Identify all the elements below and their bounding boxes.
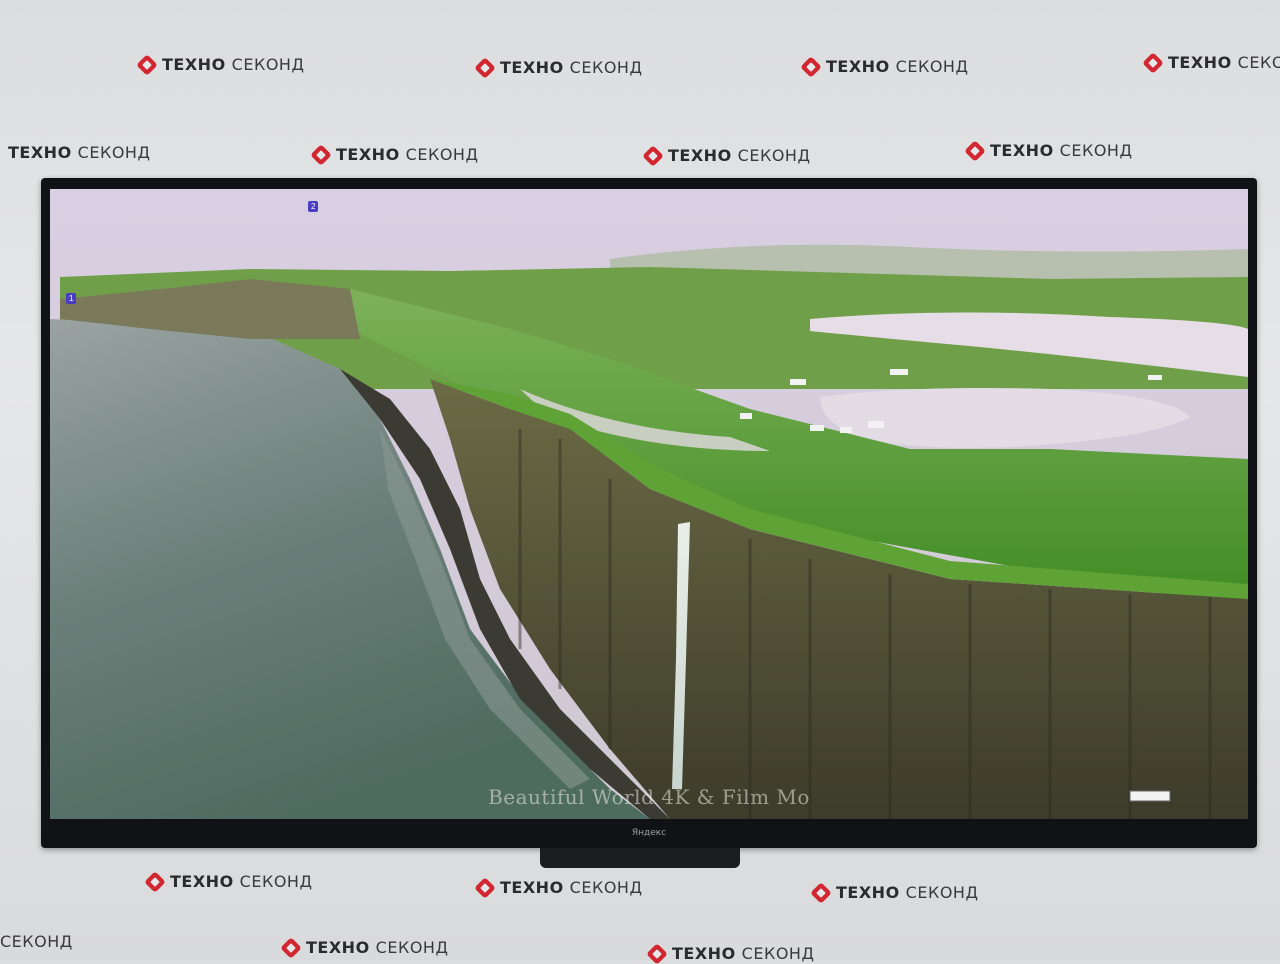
brand-icon — [646, 942, 668, 964]
brand-text-light: СЕКОНД — [1059, 141, 1133, 160]
brand-text-light: СЕКОНД — [905, 883, 979, 902]
watermark-logo: ТЕХНО СЕКОНД — [474, 56, 643, 79]
brand-text-light: СЕКОНД — [737, 146, 811, 165]
corner-tag-side: 1 — [66, 293, 77, 304]
brand-text-light: СЕКОНД — [239, 872, 313, 891]
brand-icon — [642, 144, 664, 167]
tv-screen: Beautiful World 4K & Film Mo 2 1 — [50, 189, 1248, 819]
watermark-logo: ТЕХНО СЕКОНД — [136, 53, 305, 76]
brand-text-light: СЕКОНД — [405, 145, 479, 164]
watermark-logo: ТЕХНО СЕКОНД — [1142, 51, 1280, 74]
brand-icon — [800, 55, 822, 78]
brand-icon — [964, 139, 986, 162]
brand-text-bold: ТЕХНО — [162, 55, 226, 74]
brand-text-bold: ТЕХНО — [500, 58, 564, 77]
brand-text-bold: ТЕХНО — [836, 883, 900, 902]
watermark-logo: ТЕХНО СЕКОНД — [474, 876, 643, 899]
brand-text-light: СЕКОНД — [0, 932, 73, 951]
brand-text-bold: ТЕХНО — [826, 57, 890, 76]
screen-caption: Beautiful World 4K & Film Mo — [488, 785, 810, 809]
watermark-logo: ТЕХНО СЕКОНД — [642, 144, 811, 167]
tv-brand-logo: Яндекс — [631, 828, 667, 838]
watermark-logo: ТЕХНО СЕКОНД — [310, 143, 479, 166]
brand-text-bold: ТЕХНО — [170, 872, 234, 891]
brand-text-light: СЕКОНД — [895, 57, 969, 76]
watermark-logo: ТЕХНО СЕКОНД — [810, 881, 979, 904]
brand-icon — [280, 936, 302, 959]
brand-text-bold: ТЕХНО — [8, 143, 72, 162]
brand-text-light: СЕКОНД — [569, 58, 643, 77]
brand-icon — [144, 870, 166, 893]
brand-text-light: СЕКОНД — [77, 143, 151, 162]
brand-icon — [810, 881, 832, 904]
brand-text-bold: ТЕХНО — [672, 944, 736, 963]
brand-text-bold: ТЕХНО — [668, 146, 732, 165]
television: Beautiful World 4K & Film Mo 2 1 Яндекс — [41, 178, 1257, 848]
brand-text-bold: ТЕХНО — [990, 141, 1054, 160]
brand-text-bold: ТЕХНО — [336, 145, 400, 164]
brand-text-bold: ТЕХНО — [1168, 53, 1232, 72]
watermark-logo: ТЕХНО СЕКОНД — [8, 143, 150, 162]
brand-icon — [1142, 51, 1164, 74]
corner-tag-left: 2 — [308, 201, 319, 212]
watermark-logo: ТЕХНО СЕКОНД — [646, 942, 815, 964]
brand-text-light: СЕКОНД — [375, 938, 449, 957]
brand-text-light: СЕКОНД — [569, 878, 643, 897]
brand-icon — [136, 53, 158, 76]
watermark-logo: ТЕХНО СЕКОНД — [144, 870, 313, 893]
landscape-image — [50, 189, 1248, 819]
watermark-logo: ТЕХНО СЕКОНД — [800, 55, 969, 78]
brand-icon — [310, 143, 332, 166]
brand-text-light: СЕКОНД — [741, 944, 815, 963]
brand-icon — [474, 876, 496, 899]
brand-text-bold: ТЕХНО — [500, 878, 564, 897]
brand-text-bold: ТЕХНО — [306, 938, 370, 957]
tv-stand — [540, 848, 740, 868]
watermark-logo: СЕКОНД — [0, 932, 73, 951]
brand-text-light: СЕКОНД — [1237, 53, 1280, 72]
brand-text-light: СЕКОНД — [231, 55, 305, 74]
watermark-logo: ТЕХНО СЕКОНД — [280, 936, 449, 959]
watermark-logo: ТЕХНО СЕКОНД — [964, 139, 1133, 162]
brand-icon — [474, 56, 496, 79]
